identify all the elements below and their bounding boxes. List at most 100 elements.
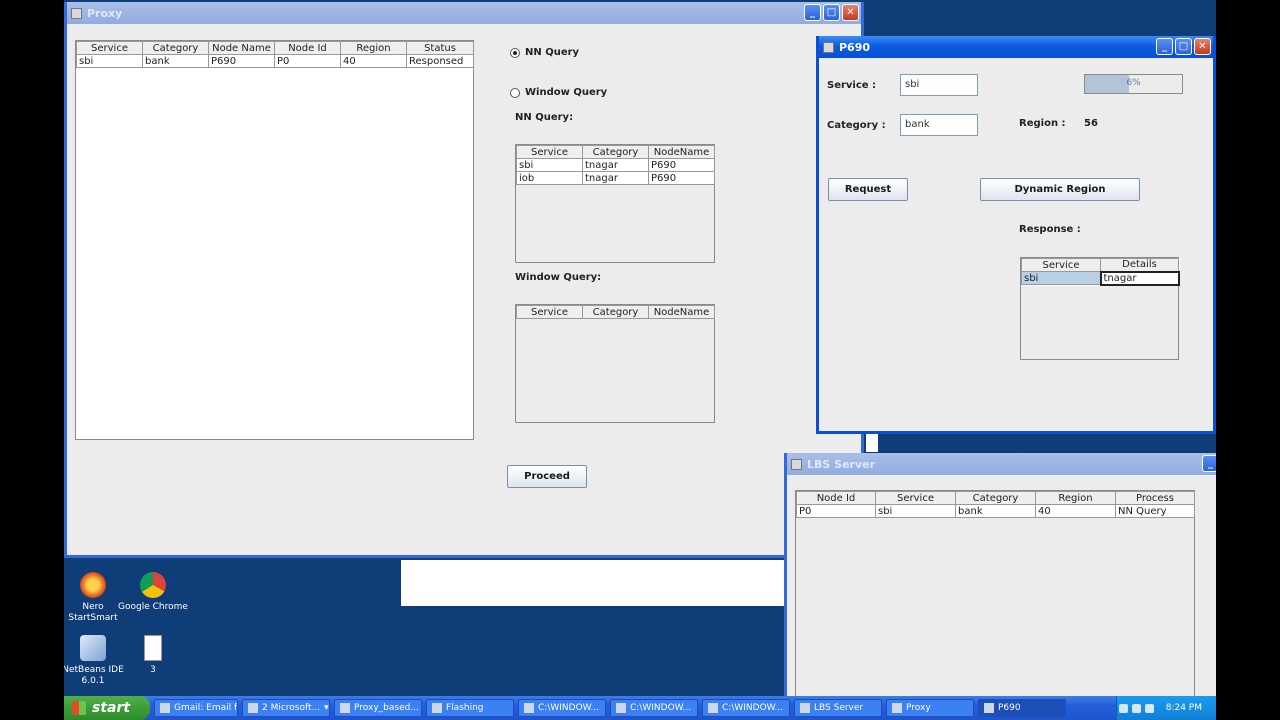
column-header[interactable]: Node Name <box>208 41 275 55</box>
column-header[interactable]: Status <box>406 41 474 55</box>
taskbar-item-cmd-3[interactable]: C:\WINDOW... <box>702 699 790 717</box>
taskbar-item-proxy[interactable]: Proxy <box>886 699 974 717</box>
column-header[interactable]: Category <box>582 145 649 159</box>
p690-titlebar[interactable]: P690 _ □ ✕ <box>819 36 1213 58</box>
table-row[interactable]: sbi tnagar <box>1021 270 1180 286</box>
nn-query-label: NN Query: <box>515 112 574 123</box>
table-cell[interactable]: P690 <box>648 171 715 185</box>
desktop-icon-chrome[interactable]: Google Chrome <box>118 572 188 613</box>
chrome-icon <box>160 703 170 713</box>
taskbar-item-proxy-based[interactable]: Proxy_based... <box>334 699 422 717</box>
column-header[interactable]: Service <box>1021 258 1101 272</box>
powerpoint-icon <box>248 703 258 713</box>
table-cell[interactable]: sbi <box>516 158 583 172</box>
tray-icon[interactable] <box>1144 703 1154 713</box>
minimize-button[interactable]: _ <box>1202 455 1216 472</box>
table-cell[interactable]: 40 <box>340 54 407 68</box>
column-header[interactable]: Category <box>582 305 649 319</box>
taskbar-item-label: C:\WINDOW... <box>630 703 692 713</box>
window-icon <box>823 41 834 53</box>
column-header[interactable]: Service <box>516 145 583 159</box>
window-query-radio[interactable]: Window Query <box>510 87 607 98</box>
clock[interactable]: 8:24 PM <box>1166 703 1202 713</box>
taskbar-item-cmd-1[interactable]: C:\WINDOW... <box>518 699 606 717</box>
column-header[interactable]: Category <box>955 491 1036 505</box>
request-button[interactable]: Request <box>828 178 908 201</box>
maximize-button[interactable]: □ <box>1175 38 1192 55</box>
taskbar-item-label: P690 <box>998 703 1021 713</box>
column-header[interactable]: Node Id <box>796 491 876 505</box>
column-header[interactable]: Service <box>875 491 956 505</box>
nn-query-table-panel: Service Category NodeName sbi tnagar P69… <box>515 144 715 263</box>
column-header[interactable]: Service <box>76 41 143 55</box>
table-cell[interactable]: P0 <box>274 54 341 68</box>
table-cell[interactable]: bank <box>142 54 209 68</box>
dynamic-region-button[interactable]: Dynamic Region <box>980 178 1140 201</box>
table-row[interactable]: sbi bank P690 P0 40 Responsed <box>76 54 474 68</box>
table-cell[interactable]: P690 <box>648 158 715 172</box>
tray-icon[interactable] <box>1131 703 1141 713</box>
response-table[interactable]: Service Details sbi tnagar <box>1021 258 1180 286</box>
table-cell[interactable]: iob <box>516 171 583 185</box>
lbs-server-window: LBS Server _ Node Id Service Category Re… <box>784 453 1216 696</box>
window-query-table[interactable]: Service Category NodeName <box>516 305 715 319</box>
column-header[interactable]: Service <box>516 305 583 319</box>
taskbar-item-lbs-server[interactable]: LBS Server <box>794 699 882 717</box>
main-table-panel: Service Category Node Name Node Id Regio… <box>75 40 474 440</box>
table-cell[interactable]: tnagar <box>582 158 649 172</box>
column-header[interactable]: NodeName <box>648 145 715 159</box>
start-button[interactable]: start <box>64 696 150 720</box>
table-cell-editing[interactable]: tnagar <box>1099 270 1180 286</box>
progress-bar: 6% <box>1084 74 1183 94</box>
category-field[interactable]: bank <box>900 114 978 136</box>
column-header[interactable]: Node Id <box>274 41 341 55</box>
table-cell[interactable]: 40 <box>1035 504 1116 518</box>
table-cell[interactable]: NN Query <box>1115 504 1195 518</box>
table-cell[interactable]: tnagar <box>582 171 649 185</box>
table-row[interactable]: iob tnagar P690 <box>516 171 715 185</box>
close-button[interactable]: ✕ <box>1194 38 1211 55</box>
taskbar-item-cmd-2[interactable]: C:\WINDOW... <box>610 699 698 717</box>
table-cell[interactable]: bank <box>955 504 1036 518</box>
table-cell[interactable]: sbi <box>875 504 956 518</box>
window-title: LBS Server <box>807 457 876 471</box>
nn-query-radio[interactable]: NN Query <box>510 47 579 58</box>
lbs-table[interactable]: Node Id Service Category Region Process … <box>796 491 1195 518</box>
table-row[interactable]: P0 sbi bank 40 NN Query <box>796 504 1195 518</box>
lbs-titlebar[interactable]: LBS Server _ <box>787 453 1216 475</box>
minimize-button[interactable]: _ <box>804 4 821 21</box>
table-cell[interactable]: Responsed <box>406 54 474 68</box>
main-table[interactable]: Service Category Node Name Node Id Regio… <box>76 41 474 68</box>
nn-query-table[interactable]: Service Category NodeName sbi tnagar P69… <box>516 145 715 185</box>
minimize-button[interactable]: _ <box>1156 38 1173 55</box>
column-header[interactable]: Region <box>340 41 407 55</box>
table-row[interactable]: sbi tnagar P690 <box>516 158 715 172</box>
taskbar-item-gmail[interactable]: Gmail: Email f... <box>154 699 238 717</box>
taskbar: start Gmail: Email f... 2 Microsoft... ▾ … <box>64 696 1216 720</box>
radio-label: Window Query <box>525 87 608 98</box>
table-cell[interactable]: P0 <box>796 504 876 518</box>
taskbar-item-p690[interactable]: P690 <box>978 699 1066 717</box>
desktop-icon-document[interactable]: 3 <box>118 635 188 676</box>
column-header[interactable]: Region <box>1035 491 1116 505</box>
system-tray: 8:24 PM <box>1116 696 1216 720</box>
column-header[interactable]: NodeName <box>648 305 715 319</box>
proxy-titlebar[interactable]: Proxy _ □ ✕ <box>67 2 861 24</box>
table-cell[interactable]: sbi <box>1021 271 1101 285</box>
tray-icon[interactable] <box>1118 703 1128 713</box>
close-button[interactable]: ✕ <box>842 4 859 21</box>
proxy-window: Proxy _ □ ✕ Service Category Node Name N… <box>64 2 864 558</box>
taskbar-item-flashing[interactable]: Flashing <box>426 699 514 717</box>
column-header[interactable]: Category <box>142 41 209 55</box>
table-cell[interactable]: P690 <box>208 54 275 68</box>
maximize-button[interactable]: □ <box>823 4 840 21</box>
proceed-button[interactable]: Proceed <box>507 465 587 488</box>
desktop-icon-label: Google Chrome <box>118 602 188 612</box>
column-header[interactable]: Details <box>1100 258 1179 272</box>
window-icon <box>791 458 802 470</box>
column-header[interactable]: Process <box>1115 491 1195 505</box>
region-value: 56 <box>1084 118 1098 129</box>
service-field[interactable]: sbi <box>900 74 978 96</box>
taskbar-item-microsoft[interactable]: 2 Microsoft... ▾ <box>242 699 330 717</box>
table-cell[interactable]: sbi <box>76 54 143 68</box>
